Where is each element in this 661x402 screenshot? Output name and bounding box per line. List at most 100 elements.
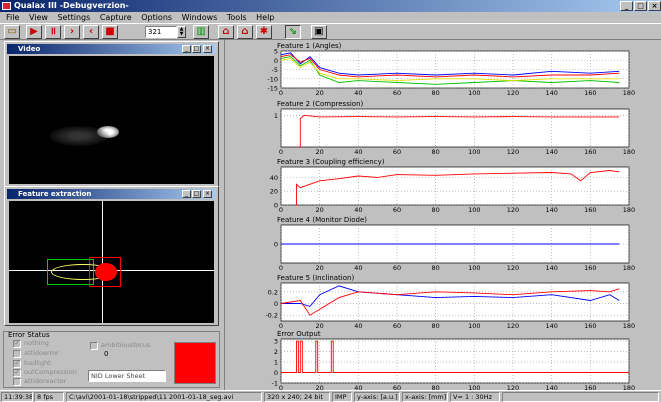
menu-view[interactable]: View: [29, 13, 48, 22]
y-tick-label: 1: [274, 359, 278, 367]
x-tick-label: 160: [584, 206, 596, 214]
x-tick-label: 180: [623, 206, 635, 214]
pause-button[interactable]: ॥: [45, 25, 61, 39]
x-tick-label: 80: [432, 148, 440, 156]
checkbox-label-badlight: badlight: [24, 359, 51, 367]
y-tick-label: 2: [274, 348, 278, 356]
video-maximize-button[interactable]: □: [192, 45, 201, 53]
video-panel: Video _ □ ×: [4, 41, 219, 187]
feature-frame: [9, 201, 214, 323]
feature-panel: Feature extraction _ □ ×: [4, 186, 219, 326]
status-speed: V= 1 : 30Hz: [450, 392, 500, 402]
filter-tool-button[interactable]: ⌂: [218, 25, 234, 39]
detect-tool-button[interactable]: ✱: [256, 25, 272, 39]
frame-spinner[interactable]: ▲ ▼: [177, 26, 186, 38]
x-tick-label: 140: [545, 264, 557, 272]
checkbox-ambitiousfocus[interactable]: [90, 342, 98, 350]
stop-button[interactable]: ■: [102, 25, 118, 39]
y-tick-label: 1: [274, 112, 278, 120]
x-tick-label: 40: [354, 322, 362, 330]
maximize-button[interactable]: □: [634, 1, 647, 11]
menu-tools[interactable]: Tools: [227, 13, 247, 22]
status-mode: IMP: [332, 392, 352, 402]
x-tick-label: 140: [545, 148, 557, 156]
status-x-axis: x-axis: [mm]: [402, 392, 448, 402]
status-empty: [502, 392, 659, 402]
chart-tool-button[interactable]: ⇘: [285, 25, 301, 39]
app-icon: [2, 2, 11, 10]
chart-title: Feature 5 (Inclination): [277, 274, 354, 282]
checkbox-nothing[interactable]: ✓: [13, 340, 21, 348]
x-tick-label: 120: [507, 322, 519, 330]
status-y-axis: y-axis: [a.u.]: [354, 392, 400, 402]
plot-area: [280, 108, 630, 148]
x-tick-label: 0: [279, 206, 283, 214]
minimize-button[interactable]: _: [620, 1, 633, 11]
x-tick-label: 60: [393, 148, 401, 156]
feature-minimize-button[interactable]: _: [182, 190, 191, 198]
feature-close-button[interactable]: ×: [203, 190, 212, 198]
menu-settings[interactable]: Settings: [57, 13, 90, 22]
checkbox-label-attidoreactor: attidoreactor: [24, 377, 67, 385]
plot-area: [280, 166, 630, 206]
status-time: 11:39:38: [1, 392, 33, 402]
x-tick-label: 120: [507, 148, 519, 156]
menu-windows[interactable]: Windows: [182, 13, 218, 22]
x-tick-label: 160: [584, 322, 596, 330]
play-button[interactable]: ▶: [26, 25, 42, 39]
x-tick-label: 180: [623, 89, 635, 97]
x-tick-label: 0: [279, 264, 283, 272]
menu-options[interactable]: Options: [141, 13, 172, 22]
video-close-button[interactable]: ×: [203, 45, 212, 53]
x-tick-label: 140: [545, 322, 557, 330]
x-tick-label: 60: [393, 322, 401, 330]
x-tick-label: 0: [279, 148, 283, 156]
x-tick-label: 20: [316, 264, 324, 272]
charts-area: Feature 1 (Angles) 0 20 40 60 80 100 120 140 160 1…: [224, 40, 661, 392]
y-tick-label: 0: [274, 202, 278, 210]
x-tick-label: 160: [584, 264, 596, 272]
status-format: 320 x 240; 24 bit: [264, 392, 330, 402]
x-tick-label: 80: [432, 89, 440, 97]
measure-tool-button[interactable]: ⌂: [237, 25, 253, 39]
y-tick-label: -5: [272, 66, 278, 74]
y-tick-label: 0: [274, 300, 278, 308]
x-tick-label: 40: [354, 264, 362, 272]
x-tick-label: 120: [507, 264, 519, 272]
x-tick-label: 140: [545, 89, 557, 97]
x-tick-label: 20: [316, 148, 324, 156]
chart-title: Error Output: [277, 330, 321, 338]
x-tick-label: 120: [507, 206, 519, 214]
video-minimize-button[interactable]: _: [182, 45, 191, 53]
chart-title: Feature 1 (Angles): [277, 42, 342, 50]
status-bar: 11:39:38 8 fps C:\avi\2001-01-18\strippe…: [0, 390, 661, 402]
status-file: C:\avi\2001-01-18\stripped\11 2001-01-18…: [66, 392, 262, 402]
step-forward-button[interactable]: ›: [64, 25, 80, 39]
y-tick-label: -10: [267, 75, 278, 83]
y-tick-label: -0.2: [265, 312, 278, 320]
status-fps: 8 fps: [34, 392, 64, 402]
save-button[interactable]: ▣: [311, 25, 327, 39]
open-folder-button[interactable]: ▭: [4, 25, 20, 39]
menu-help[interactable]: Help: [256, 13, 274, 22]
x-tick-label: 180: [623, 148, 635, 156]
x-tick-label: 100: [468, 322, 480, 330]
step-back-button[interactable]: ‹: [83, 25, 99, 39]
checkbox-outcompression[interactable]: ✓: [13, 369, 21, 377]
checkbox-badlight[interactable]: ✓: [13, 360, 21, 368]
window-title: Qualax III -Debugverzion-: [0, 0, 661, 12]
close-button[interactable]: ×: [648, 1, 661, 11]
x-tick-label: 20: [316, 89, 324, 97]
sheet-dropdown[interactable]: NID Lower Sheet: [88, 370, 166, 382]
y-tick-label: 40: [270, 174, 278, 182]
checkbox-attidoreactor[interactable]: [13, 378, 21, 386]
checkbox-attidoerror[interactable]: [13, 350, 21, 358]
x-tick-label: 0: [279, 89, 283, 97]
menu-capture[interactable]: Capture: [100, 13, 132, 22]
x-tick-label: 120: [507, 89, 519, 97]
menu-file[interactable]: File: [6, 13, 19, 22]
frame-input[interactable]: 321: [145, 26, 177, 38]
x-tick-label: 80: [432, 322, 440, 330]
grid-tool-button[interactable]: ▥: [193, 25, 209, 39]
feature-maximize-button[interactable]: □: [192, 190, 201, 198]
